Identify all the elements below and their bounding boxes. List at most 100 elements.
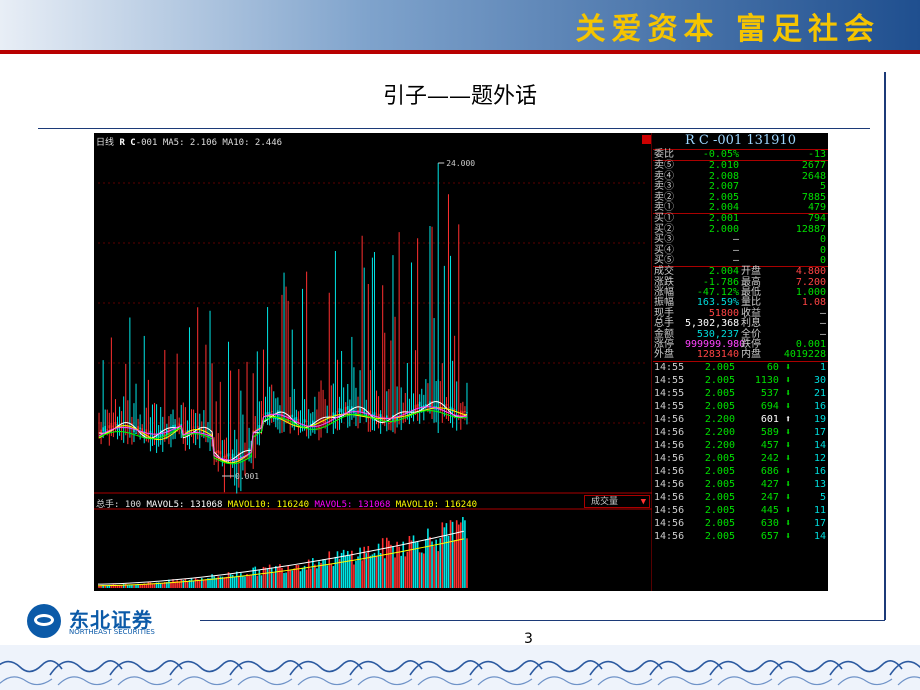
tick-price: 2.200 [704, 426, 735, 438]
bid-row: 买③ – 0 [653, 234, 828, 246]
volume-bar [203, 580, 205, 588]
ask-label: 卖① [654, 201, 674, 213]
candle-body [336, 411, 339, 413]
volume-bar [299, 571, 302, 588]
quote-title: R C -001 131910 [653, 133, 828, 150]
volume-bar [194, 578, 197, 588]
volume-bar [334, 556, 337, 588]
footer-rule [200, 620, 885, 621]
bid-volume: 0 [819, 234, 826, 246]
hand-label: 总手: 100 [96, 500, 142, 510]
bid-row: 买⑤ – 0 [653, 254, 828, 266]
candle-body [106, 429, 109, 431]
candle-body [100, 429, 102, 435]
candle-body [453, 409, 456, 411]
volume-bar [176, 580, 178, 588]
volume-info: 总手: 100 MAVOL5: 131068 MAVOL10: 116240 M… [96, 497, 477, 510]
tick-row: 14:56 2.005 247 ⬇ 5 [653, 492, 828, 505]
candle-body [102, 427, 104, 432]
volume-bar [445, 523, 448, 588]
candle-body [114, 421, 117, 426]
volume-bar [451, 521, 454, 588]
panel-toggle-icon[interactable] [642, 135, 651, 144]
mavol10b-label: MAVOL10: 116240 [395, 500, 478, 510]
volume-bar [190, 578, 193, 588]
quote-panel: R C -001 131910 委比 -0.05% -13 卖⑤ 2.010 267… [653, 133, 828, 591]
candle-body [217, 450, 220, 453]
bid-label: 买⑤ [654, 254, 674, 266]
volume-bar [379, 552, 382, 588]
candle-body [225, 454, 228, 460]
volume-bar [396, 541, 398, 588]
tick-time: 14:56 [654, 426, 685, 438]
volume-bar [291, 570, 294, 588]
logo-icon [27, 604, 61, 638]
weibi-diff: -13 [807, 149, 826, 160]
candle-body [264, 412, 267, 414]
volume-bar [439, 538, 442, 588]
volume-bar [229, 574, 232, 588]
candle-body [338, 408, 341, 413]
tick-count: 1 [819, 361, 826, 373]
volume-bar [367, 546, 370, 588]
candle-body [295, 417, 298, 421]
tick-time: 14:55 [654, 374, 685, 386]
volume-bar [244, 576, 246, 588]
volume-bar [215, 577, 217, 588]
volume-bar [383, 558, 386, 588]
volume-bar [353, 564, 355, 588]
candle-body [223, 455, 226, 458]
weibi-label: 委比 [654, 149, 674, 160]
tick-row: 14:55 2.005 60 ⬇ 1 [653, 362, 828, 375]
tick-row: 14:56 2.005 427 ⬇ 13 [653, 479, 828, 492]
volume-bar [180, 579, 183, 588]
tick-row: 14:56 2.200 601 ⬆ 19 [653, 414, 828, 427]
volume-bar [394, 557, 396, 588]
title-rule [38, 128, 870, 129]
volume-bar [275, 566, 277, 588]
tick-row: 14:55 2.005 694 ⬇ 16 [653, 401, 828, 414]
volume-bar [295, 564, 298, 588]
candle-body [423, 405, 425, 407]
candle-body [270, 411, 273, 413]
ask-row: 卖① 2.004 479 [653, 201, 828, 213]
tick-count: 16 [813, 465, 826, 477]
bid-volume: 0 [819, 254, 826, 266]
tick-volume: 537 ⬇ [760, 387, 791, 399]
candle-body [361, 408, 363, 412]
tick-count: 16 [813, 400, 826, 412]
tick-row: 14:56 2.200 589 ⬇ 17 [653, 427, 828, 440]
volume-bar [346, 551, 349, 588]
candle-body [219, 451, 222, 455]
candle-body [431, 400, 433, 407]
stat-value-2: 4019228 [783, 349, 826, 361]
tick-row: 14:55 2.005 1130 ⬇ 30 [653, 375, 828, 388]
tick-count: 13 [813, 478, 826, 490]
trading-screenshot: 24.000 0.001 日线 R C-001 MA5: 2.106 MA10: … [94, 133, 828, 591]
tick-price: 2.005 [704, 452, 735, 464]
candle-body [198, 430, 201, 432]
tick-time: 14:55 [654, 361, 685, 373]
ask-volume: 479 [807, 201, 826, 213]
volume-bar [369, 555, 372, 588]
mavol10-label: MAVOL10: 116240 [227, 500, 310, 510]
candle-body [416, 403, 419, 408]
volume-bar [250, 574, 252, 588]
tick-volume: 247 ⬇ [760, 491, 791, 503]
banner-slogan: 关爱资本 富足社会 [575, 12, 880, 47]
volume-bar [410, 540, 413, 588]
candle-body [303, 419, 306, 423]
volume-bar [400, 555, 402, 588]
indicator-selector[interactable]: 成交量 ▼ [584, 495, 650, 508]
volume-bar [420, 552, 423, 588]
volume-bar [254, 566, 257, 588]
volume-bar [390, 544, 392, 588]
tick-row: 14:56 2.200 457 ⬇ 14 [653, 440, 828, 453]
candle-body [262, 414, 265, 416]
volume-bar [309, 568, 312, 588]
tick-time: 14:55 [654, 387, 685, 399]
candle-body [305, 420, 308, 422]
weibi-pct: -0.05% [702, 149, 739, 160]
tick-row: 14:56 2.005 657 ⬇ 14 [653, 531, 828, 544]
slide-title: 引子——题外话 [382, 84, 537, 109]
